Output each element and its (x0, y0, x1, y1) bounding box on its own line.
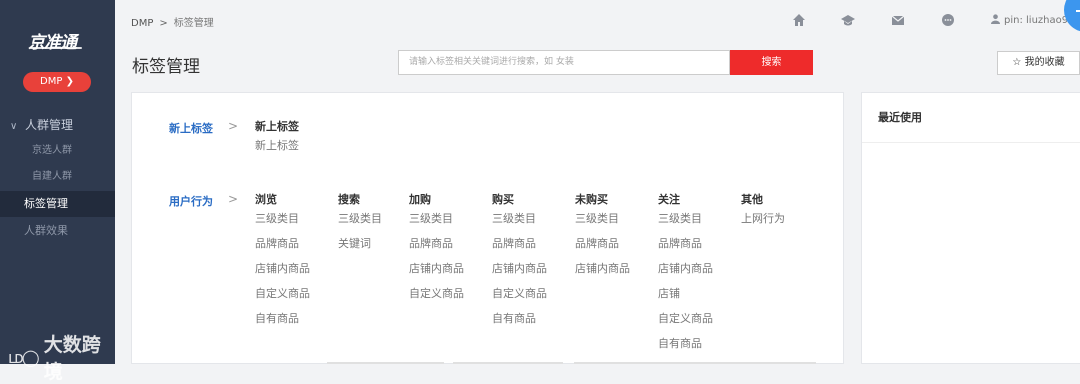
nav-group-label: 人群管理 (25, 118, 74, 132)
tag-item[interactable]: 店铺内商品 (255, 262, 310, 287)
row-arrow-new-tags: > (228, 119, 239, 133)
tag-item[interactable]: 品牌商品 (409, 237, 464, 262)
new-tags-column: 新上标签 新上标签 (255, 120, 299, 164)
brand-logo: 京准通 (28, 33, 77, 53)
tag-item[interactable]: 店铺内商品 (658, 262, 713, 287)
behavior-column-search: 搜索 三级类目 关键词 (338, 193, 382, 262)
graduation-cap-icon[interactable] (841, 13, 855, 27)
row-arrow-user-behavior: > (228, 192, 239, 206)
user-menu[interactable]: pin: liuzhao90 (991, 14, 1074, 26)
tag-item[interactable]: 自定义商品 (658, 312, 713, 337)
favorites-button[interactable]: ☆ 我的收藏 (997, 51, 1080, 75)
sidebar-item-jingxuan-crowd[interactable]: 京选人群 (0, 138, 115, 164)
dmp-button-label: DMP (40, 76, 63, 87)
recent-panel-title: 最近使用 (862, 93, 1080, 143)
tag-item[interactable]: 品牌商品 (575, 237, 630, 262)
tag-item[interactable]: 三级类目 (492, 212, 547, 237)
tag-item[interactable]: 三级类目 (409, 212, 464, 237)
tag-item[interactable]: 自有商品 (492, 312, 547, 337)
column-heading: 购买 (492, 193, 514, 206)
row-label-new-tags[interactable]: 新上标签 (169, 120, 213, 136)
search-input[interactable]: 请输入标签相关关键词进行搜索，如 女装 (398, 50, 730, 75)
column-heading: 加购 (409, 193, 431, 206)
row-label-user-behavior[interactable]: 用户行为 (169, 193, 213, 209)
tag-category-panel: 新上标签 > 新上标签 新上标签 用户行为 > 浏览 三级类目 品牌商品 店铺内… (131, 92, 844, 364)
minus-icon (1076, 10, 1080, 12)
top-icon-bar (115, 10, 1080, 30)
behavior-column-purchase: 购买 三级类目 品牌商品 店铺内商品 自定义商品 自有商品 (492, 193, 547, 337)
column-heading: 关注 (658, 193, 680, 206)
home-icon[interactable] (792, 13, 806, 27)
tag-item[interactable]: 自定义商品 (409, 287, 464, 312)
column-heading: 搜索 (338, 193, 360, 206)
top-bar: DMP > 标签管理 pin: liuzhao90 (115, 0, 1080, 42)
tag-item[interactable]: 自定义商品 (255, 287, 310, 312)
watermark: ʟᴅ◯ 大数跨境 (8, 330, 115, 384)
behavior-column-browse: 浏览 三级类目 品牌商品 店铺内商品 自定义商品 自有商品 (255, 193, 310, 337)
tag-item[interactable]: 上网行为 (741, 212, 785, 237)
user-icon (991, 14, 1000, 24)
tag-item[interactable]: 店铺内商品 (575, 262, 630, 287)
tag-item[interactable]: 店铺内商品 (409, 262, 464, 287)
sidebar: 京准通 DMP ❯ ∨ 人群管理 京选人群 自建人群 标签管理 人群效果 ʟᴅ◯ 大… (0, 0, 115, 383)
chat-icon[interactable] (941, 13, 955, 27)
chevron-right-icon: ❯ (65, 76, 74, 87)
column-heading: 新上标签 (255, 120, 299, 133)
watermark-text: 大数跨境 (43, 334, 101, 383)
star-icon: ☆ (1012, 57, 1022, 68)
dmp-button[interactable]: DMP ❯ (23, 72, 91, 92)
recent-panel: 最近使用 (861, 92, 1080, 364)
user-name: pin: liuzhao90 (1004, 15, 1075, 26)
tag-item[interactable]: 三级类目 (255, 212, 310, 237)
tag-item[interactable]: 自有商品 (658, 337, 713, 362)
tag-item[interactable]: 自定义商品 (492, 287, 547, 312)
tag-item[interactable]: 三级类目 (575, 212, 630, 237)
tag-item[interactable]: 三级类目 (338, 212, 382, 237)
tag-item[interactable]: 品牌商品 (492, 237, 547, 262)
tag-item[interactable]: 品牌商品 (658, 237, 713, 262)
sidebar-item-tag-management[interactable]: 标签管理 (0, 191, 115, 217)
sidebar-item-custom-crowd[interactable]: 自建人群 (0, 164, 115, 190)
nav-group-crowd-management[interactable]: ∨ 人群管理 (10, 116, 73, 133)
behavior-column-follow: 关注 三级类目 品牌商品 店铺内商品 店铺 自定义商品 自有商品 (658, 193, 713, 362)
logo-underline (30, 47, 82, 49)
tag-item[interactable]: 店铺 (658, 287, 713, 312)
column-heading: 浏览 (255, 193, 277, 206)
search-button[interactable]: 搜索 (730, 50, 813, 75)
tag-item[interactable]: 品牌商品 (255, 237, 310, 262)
behavior-column-not-purchased: 未购买 三级类目 品牌商品 店铺内商品 (575, 193, 630, 287)
column-heading: 其他 (741, 193, 763, 206)
column-heading: 未购买 (575, 193, 608, 206)
chevron-down-icon: ∨ (10, 121, 18, 132)
favorites-button-label: 我的收藏 (1024, 57, 1065, 68)
tag-item[interactable]: 自有商品 (255, 312, 310, 337)
tag-item[interactable]: 关键词 (338, 237, 382, 262)
tag-item[interactable]: 三级类目 (658, 212, 713, 237)
behavior-column-other: 其他 上网行为 (741, 193, 785, 237)
page-title: 标签管理 (132, 57, 200, 77)
behavior-column-add-to-cart: 加购 三级类目 品牌商品 店铺内商品 自定义商品 (409, 193, 464, 312)
tag-item[interactable]: 新上标签 (255, 139, 299, 164)
envelope-icon[interactable] (891, 13, 905, 27)
sidebar-item-crowd-effect[interactable]: 人群效果 (0, 218, 115, 244)
tag-item[interactable]: 店铺内商品 (492, 262, 547, 287)
